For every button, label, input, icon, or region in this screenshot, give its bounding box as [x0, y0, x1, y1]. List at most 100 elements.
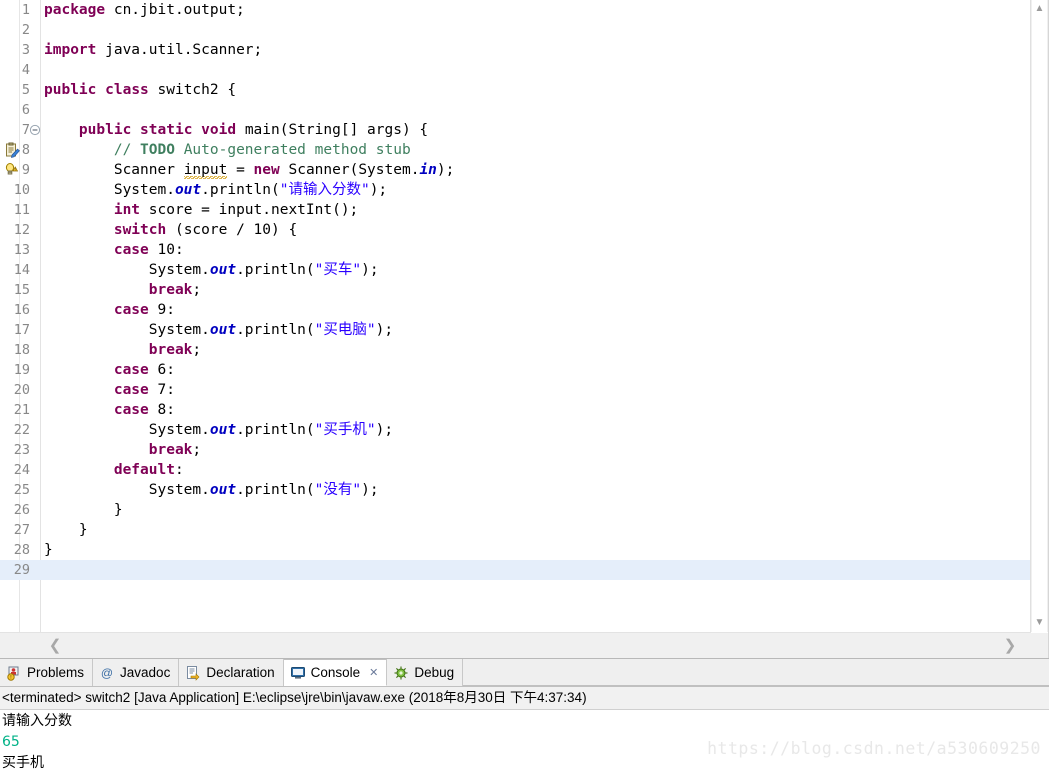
code-token: } — [44, 542, 53, 558]
code-token: case — [113, 362, 149, 378]
scrollbar-corner — [1030, 633, 1048, 658]
line-number: 1 — [21, 2, 30, 18]
code-token: new — [253, 162, 280, 178]
code-line[interactable]: 12 switch (score / 10) { — [0, 220, 1031, 240]
code-token: System. — [44, 482, 210, 498]
code-line[interactable]: 20 case 7: — [0, 380, 1031, 400]
code-line[interactable]: 1 package cn.jbit.output; — [0, 0, 1031, 20]
code-line[interactable]: 27 } — [0, 520, 1031, 540]
code-token: .println( — [236, 422, 315, 438]
line-content: package cn.jbit.output; — [44, 0, 245, 20]
line-number: 14 — [13, 262, 30, 278]
scroll-left-icon[interactable]: ❮ — [44, 633, 66, 658]
close-icon[interactable]: ✕ — [369, 666, 378, 679]
code-token: void — [201, 122, 237, 138]
code-line[interactable]: 13 case 10: — [0, 240, 1031, 260]
line-content: } — [44, 520, 88, 540]
console-launch-header: <terminated> switch2 [Java Application] … — [0, 687, 1049, 710]
code-line[interactable]: 26 } — [0, 500, 1031, 520]
line-number: 3 — [21, 42, 30, 58]
code-line[interactable]: 25 System.out.println("没有"); — [0, 480, 1031, 500]
code-token: out — [209, 422, 237, 438]
code-line[interactable]: 16 case 9: — [0, 300, 1031, 320]
scroll-right-icon[interactable]: ❯ — [999, 633, 1021, 658]
editor-vertical-scroll-thumb[interactable] — [1032, 0, 1047, 632]
tab-javadoc[interactable]: @ Javadoc — [93, 659, 180, 686]
code-token: "买手机" — [314, 422, 376, 438]
code-token: ; — [192, 442, 202, 458]
code-token: .println( — [236, 482, 315, 498]
line-number: 6 — [21, 102, 30, 118]
code-token: "请输入分数" — [279, 182, 370, 198]
bottom-view-stack: ! Problems @ Javadoc Declaration Console ✕ Debu… — [0, 658, 1049, 777]
eclipse-ide-window: ! 1 package cn.jbit.output; 2 3 import java.… — [0, 0, 1049, 777]
code-token: package — [44, 2, 106, 18]
code-line[interactable]: 10 System.out.println("请输入分数"); — [0, 180, 1031, 200]
line-content: case 6: — [44, 360, 175, 380]
code-token: cn.jbit.output; — [105, 2, 245, 18]
code-token: } — [44, 522, 88, 538]
editor-vertical-scrollbar[interactable]: ▲ ▼ — [1030, 0, 1048, 632]
code-line[interactable]: 11 int score = input.nextInt(); — [0, 200, 1031, 220]
line-number: 27 — [13, 522, 30, 538]
code-token: System. — [44, 422, 210, 438]
source-code[interactable]: 1 package cn.jbit.output; 2 3 import java.ut… — [0, 0, 1031, 632]
code-line[interactable]: 7 public static void main(String[] args)… — [0, 120, 1031, 140]
code-line[interactable]: 22 System.out.println("买手机"); — [0, 420, 1031, 440]
svg-text:!: ! — [10, 675, 11, 681]
code-line[interactable]: 21 case 8: — [0, 400, 1031, 420]
line-number: 23 — [13, 442, 30, 458]
code-line[interactable]: 24 default: — [0, 460, 1031, 480]
tab-problems[interactable]: ! Problems — [0, 659, 94, 686]
code-token: score = input.nextInt(); — [140, 202, 359, 218]
line-content: // TODO Auto-generated method stub — [44, 140, 411, 160]
code-token: ; — [192, 282, 202, 298]
code-token: public — [44, 82, 97, 98]
code-token: 10: — [148, 242, 184, 258]
tab-console[interactable]: Console ✕ — [283, 659, 388, 686]
line-content: } — [44, 540, 53, 560]
line-content: case 8: — [44, 400, 175, 420]
code-line[interactable]: 8 // TODO Auto-generated method stub — [0, 140, 1031, 160]
code-line[interactable]: 19 case 6: — [0, 360, 1031, 380]
code-line[interactable]: 5 public class switch2 { — [0, 80, 1031, 100]
code-line[interactable]: 6 — [0, 100, 1031, 120]
code-line[interactable]: 15 break; — [0, 280, 1031, 300]
code-line[interactable]: 2 — [0, 20, 1031, 40]
code-line[interactable]: 14 System.out.println("买车"); — [0, 260, 1031, 280]
code-line[interactable]: 23 break; — [0, 440, 1031, 460]
line-content: System.out.println("买手机"); — [44, 420, 393, 440]
code-line[interactable]: 9 Scanner input = new Scanner(System.in)… — [0, 160, 1031, 180]
console-output[interactable]: 请输入分数 65 买手机 https://blog.csdn.net/a5306092… — [0, 710, 1049, 777]
code-token: ); — [361, 262, 379, 278]
code-token: main(String[] args) { — [236, 122, 429, 138]
code-token: case — [113, 302, 149, 318]
line-content: System.out.println("没有"); — [44, 480, 379, 500]
code-token: 8: — [148, 402, 175, 418]
code-line[interactable]: 29 — [0, 560, 1031, 580]
tab-debug[interactable]: Debug — [387, 659, 464, 686]
code-line[interactable]: 4 — [0, 60, 1031, 80]
warning-underlined-token: input — [183, 162, 228, 179]
line-content: import java.util.Scanner; — [44, 40, 262, 60]
editor-horizontal-scrollbar[interactable]: ❮ ❯ — [0, 632, 1031, 658]
code-line[interactable]: 28} — [0, 540, 1031, 560]
scroll-down-icon[interactable]: ▼ — [1031, 615, 1048, 631]
editor-text-area[interactable]: ! 1 package cn.jbit.output; 2 3 import java.… — [0, 0, 1031, 632]
view-tab-bar[interactable]: ! Problems @ Javadoc Declaration Console ✕ Debu… — [0, 659, 1049, 687]
tab-declaration[interactable]: Declaration — [179, 659, 284, 686]
line-number: 19 — [13, 362, 30, 378]
code-token: switch2 { — [148, 82, 237, 98]
scroll-up-icon[interactable]: ▲ — [1031, 1, 1048, 17]
code-token: "买电脑" — [314, 322, 376, 338]
line-number: 12 — [13, 222, 30, 238]
code-line[interactable]: 18 break; — [0, 340, 1031, 360]
line-number: 24 — [13, 462, 30, 478]
code-line[interactable]: 3 import java.util.Scanner; — [0, 40, 1031, 60]
code-line[interactable]: 17 System.out.println("买电脑"); — [0, 320, 1031, 340]
line-content: } — [44, 500, 123, 520]
